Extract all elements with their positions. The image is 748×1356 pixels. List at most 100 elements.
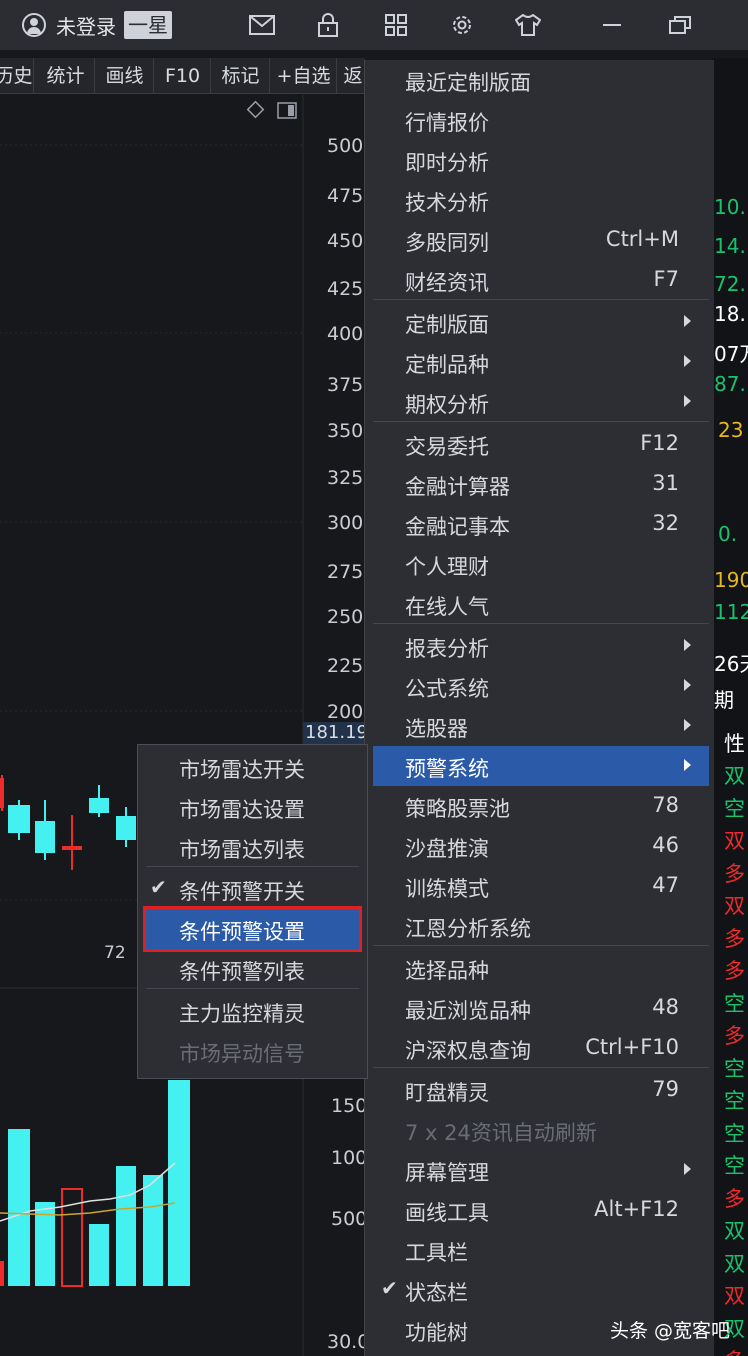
menu-item-label: 报表分析: [405, 637, 489, 661]
menu-item-gann-analysis[interactable]: 江恩分析系统: [373, 906, 709, 946]
menu-item-shortcut: F7: [653, 267, 679, 291]
user-icon[interactable]: [22, 13, 46, 37]
menu-item-alert-system[interactable]: 预警系统: [373, 746, 709, 786]
submenu-item-radar-switch[interactable]: 市场雷达开关: [146, 747, 359, 787]
menu-item-label: 公式系统: [405, 677, 489, 701]
submenu-item-condition-alert-settings[interactable]: 条件预警设置: [143, 906, 362, 952]
quote-value: 112: [714, 600, 748, 624]
trade-type-cell: 多: [724, 959, 745, 983]
lock-icon[interactable]: [313, 10, 343, 40]
tool-statistics[interactable]: 统计: [37, 58, 95, 94]
quote-value: 23: [718, 418, 744, 442]
submenu-arrow-icon: [684, 679, 691, 691]
price-axis-label: 500: [327, 135, 363, 157]
trade-type-cell: 空: [724, 1056, 745, 1081]
menu-item-trade-order[interactable]: 交易委托 F12: [373, 424, 709, 464]
menu-item-online-popularity[interactable]: 在线人气: [373, 584, 709, 624]
quote-value: 26天: [714, 652, 748, 676]
menu-item-label: 功能树: [405, 1321, 468, 1345]
menu-item-screen-manage[interactable]: 屏幕管理: [373, 1150, 709, 1190]
mail-icon[interactable]: [247, 10, 277, 40]
menu-item-report-analysis[interactable]: 报表分析: [373, 626, 709, 666]
submenu-arrow-icon: [684, 395, 691, 407]
menu-item-label: 定制版面: [405, 313, 489, 337]
chart-annotation: 72: [104, 943, 126, 963]
menu-item-quote[interactable]: 行情报价: [373, 100, 709, 140]
minimize-icon[interactable]: [597, 10, 627, 40]
tool-mark[interactable]: 标记: [212, 58, 270, 94]
menu-item-option-analysis[interactable]: 期权分析: [373, 382, 709, 422]
price-axis-label: 475: [327, 185, 363, 207]
kline-chart[interactable]: 500 475 450 425 400 375 350 325 300 275 250 225 200 1…: [0, 95, 365, 1356]
price-axis-label: 200: [327, 701, 363, 723]
menu-item-label: 最近浏览品种: [405, 999, 531, 1023]
submenu-item-radar-list[interactable]: 市场雷达列表: [146, 827, 359, 867]
trade-type-cell: 多: [724, 861, 745, 886]
submenu-item-condition-alert-switch[interactable]: ✔ 条件预警开关: [146, 869, 359, 909]
menu-item-custom-layout[interactable]: 定制版面: [373, 302, 709, 342]
panel-toggle-icon[interactable]: [277, 102, 297, 119]
quote-value: 72.: [714, 272, 746, 296]
menu-item-label: 金融计算器: [405, 475, 510, 499]
menu-item-multi-stock[interactable]: 多股同列 Ctrl+M: [373, 220, 709, 260]
tool-add-watchlist[interactable]: +自选: [271, 58, 337, 94]
menu-item-finance-notebook[interactable]: 金融记事本 32: [373, 504, 709, 544]
price-axis-label: 400: [327, 323, 363, 345]
menu-item-finance-calculator[interactable]: 金融计算器 31: [373, 464, 709, 504]
menu-item-shortcut: 78: [652, 793, 679, 817]
menu-item-stock-selector[interactable]: 选股器: [373, 706, 709, 746]
gear-icon[interactable]: [447, 10, 477, 40]
menu-item-label: 盯盘精灵: [405, 1081, 489, 1105]
shirt-icon[interactable]: [513, 10, 543, 40]
menu-item-shortcut: 31: [652, 471, 679, 495]
checkmark-icon: ✔: [381, 1276, 398, 1300]
menu-item-shortcut: Ctrl+F10: [585, 1035, 679, 1059]
menu-item-personal-finance[interactable]: 个人理财: [373, 544, 709, 584]
menu-item-label: 期权分析: [405, 393, 489, 417]
trade-type-cell: 空: [724, 1089, 745, 1113]
tool-history[interactable]: 历史: [0, 58, 34, 94]
menu-item-formula-system[interactable]: 公式系统: [373, 666, 709, 706]
menu-item-label: 选择品种: [405, 959, 489, 983]
menu-item-technical-analysis[interactable]: 技术分析: [373, 180, 709, 220]
trade-type-cell: 双: [724, 764, 745, 788]
menu-item-drawing-tools[interactable]: 画线工具 Alt+F12: [373, 1190, 709, 1230]
menu-item-realtime-analysis[interactable]: 即时分析: [373, 140, 709, 180]
submenu-arrow-icon: [684, 719, 691, 731]
diamond-icon[interactable]: [246, 100, 265, 119]
menu-item-recent-browse[interactable]: 最近浏览品种 48: [373, 988, 709, 1028]
menu-item-recent-layout[interactable]: 最近定制版面: [373, 60, 709, 100]
menu-item-shortcut: 46: [652, 833, 679, 857]
trade-type-cell: 双: [724, 1251, 745, 1276]
submenu-arrow-icon: [684, 355, 691, 367]
menu-item-watch-elf[interactable]: 盯盘精灵 79: [373, 1070, 709, 1110]
menu-item-statusbar[interactable]: ✔ 状态栏: [373, 1270, 709, 1310]
menu-item-custom-variety[interactable]: 定制品种: [373, 342, 709, 382]
trade-type-cell: 双: [724, 829, 745, 853]
submenu-item-radar-settings[interactable]: 市场雷达设置: [146, 787, 359, 827]
candle-body: [8, 805, 30, 833]
submenu-item-main-force-monitor[interactable]: 主力监控精灵: [146, 991, 359, 1031]
trade-type-cell: 多: [724, 1024, 745, 1048]
candle-body: [116, 816, 136, 840]
menu-item-training-mode[interactable]: 训练模式 47: [373, 866, 709, 906]
submenu-item-condition-alert-list[interactable]: 条件预警列表: [146, 949, 359, 989]
submenu-arrow-icon: [684, 1163, 691, 1175]
submenu-item-label: 市场雷达设置: [179, 798, 305, 822]
tool-f10[interactable]: F10: [155, 58, 211, 94]
menu-item-label: 选股器: [405, 717, 468, 741]
tool-draw-line[interactable]: 画线: [96, 58, 154, 94]
grid-icon[interactable]: [381, 10, 411, 40]
submenu-item-label: 市场雷达开关: [179, 758, 305, 782]
menu-item-sandbox-simulation[interactable]: 沙盘推演 46: [373, 826, 709, 866]
restore-icon[interactable]: [665, 10, 695, 40]
menu-item-rights-query[interactable]: 沪深权息查询 Ctrl+F10: [373, 1028, 709, 1068]
menu-item-label: 即时分析: [405, 151, 489, 175]
menu-item-select-variety[interactable]: 选择品种: [373, 948, 709, 988]
price-axis-label: 425: [327, 278, 363, 300]
login-status[interactable]: 未登录: [56, 11, 116, 40]
menu-item-toolbar[interactable]: 工具栏: [373, 1230, 709, 1270]
menu-item-finance-news[interactable]: 财经资讯 F7: [373, 260, 709, 300]
volume-axis-label: 100: [331, 1147, 365, 1169]
menu-item-strategy-pool[interactable]: 策略股票池 78: [373, 786, 709, 826]
